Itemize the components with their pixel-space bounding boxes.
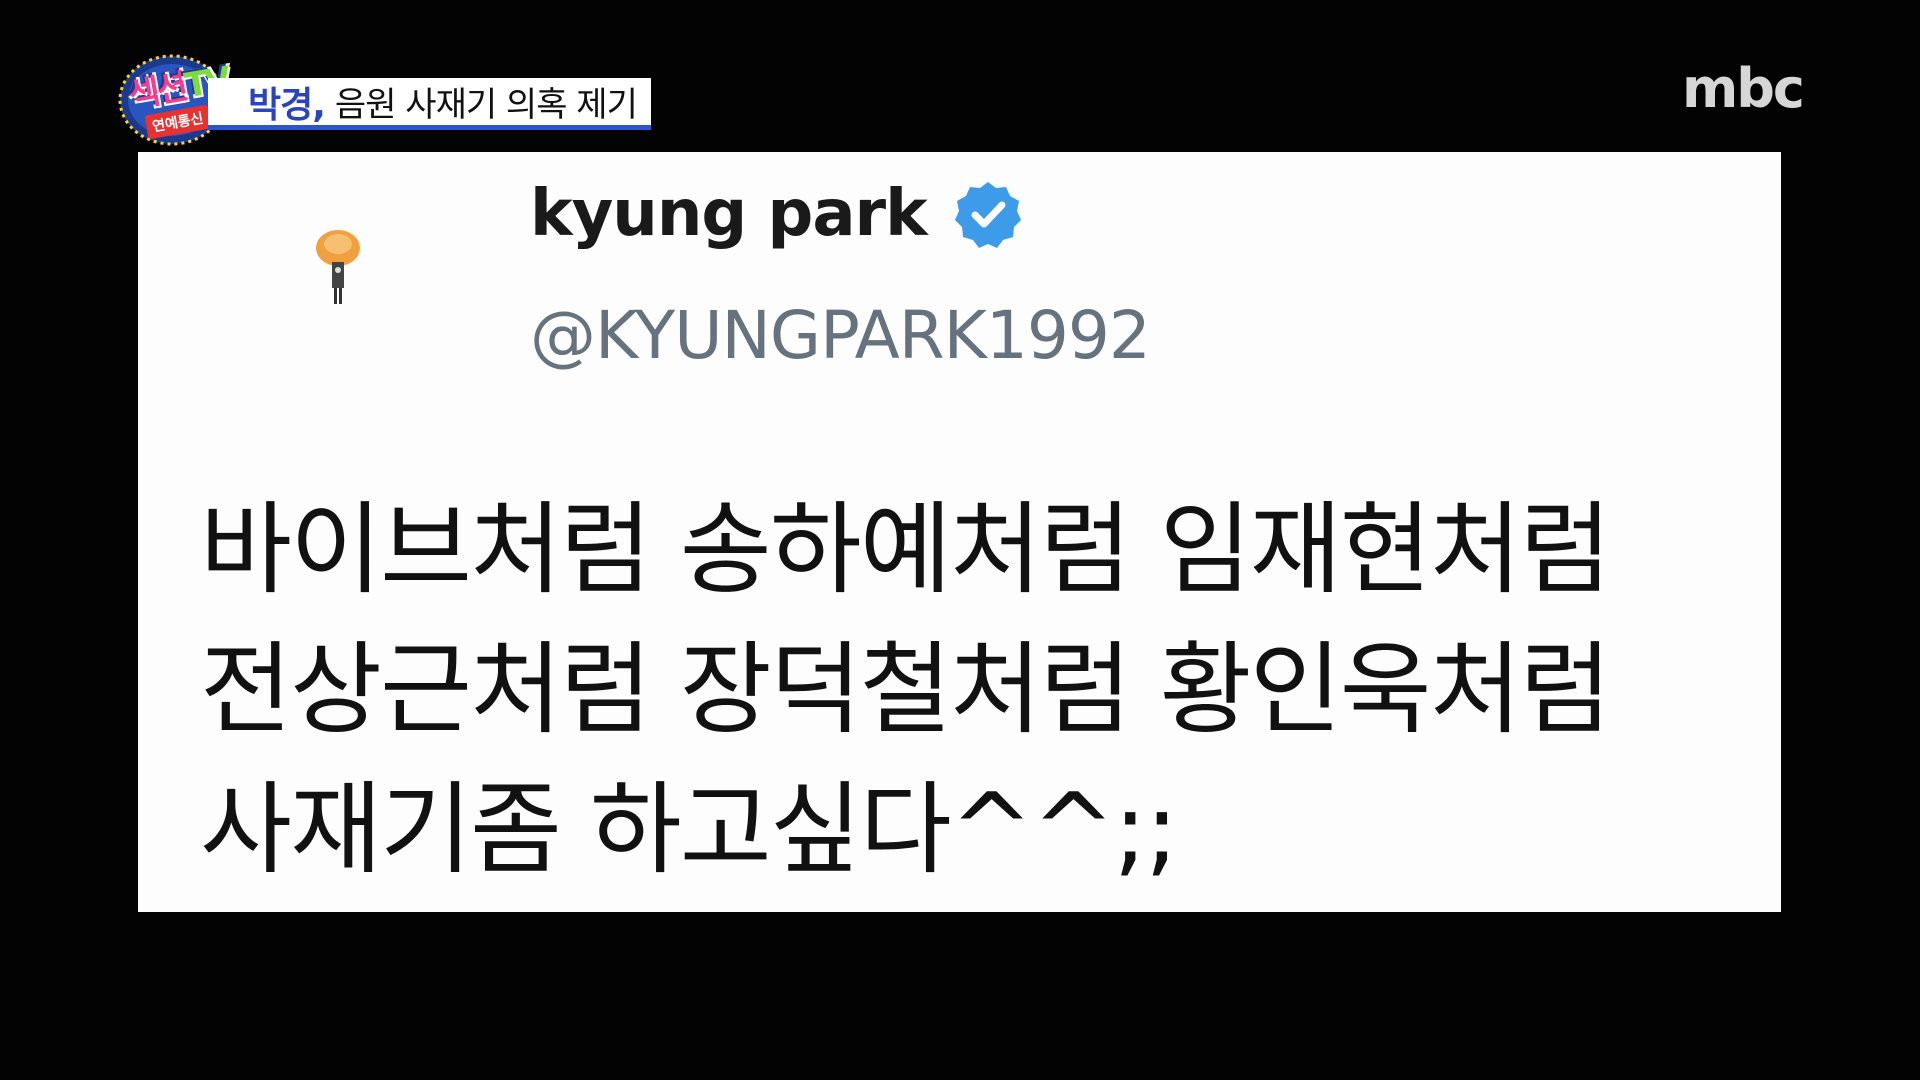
avatar-icon xyxy=(316,230,360,304)
tweet-text: 바이브처럼 송하예처럼 임재현처럼 전상근처럼 장덕철처럼 황인욱처럼 사재기좀… xyxy=(200,480,1760,900)
display-name: kyung park xyxy=(530,177,928,251)
user-handle: @KYUNGPARK1992 xyxy=(530,297,1151,374)
tweet-line: 전상근처럼 장덕철처럼 황인욱처럼 xyxy=(200,631,1612,748)
tweet-line: 사재기좀 하고싶다^^;; xyxy=(200,771,1179,888)
verified-check-icon xyxy=(954,182,1021,248)
tweet-card: kyung park @KYUNGPARK1992 바이브처럼 송하예처럼 임재… xyxy=(138,152,1781,912)
broadcast-frame: 섹션TV 연예통신 박경, 음원 사재기 의혹 제기 mbc kyung par… xyxy=(0,0,1920,1080)
author-row: kyung park xyxy=(530,177,1023,251)
avatar xyxy=(308,224,378,314)
caption-name: 박경, xyxy=(248,84,326,126)
headline-caption: 박경, 음원 사재기 의혹 제기 xyxy=(208,78,651,130)
tweet-line: 바이브처럼 송하예처럼 임재현처럼 xyxy=(200,491,1612,608)
caption-text: 음원 사재기 의혹 제기 xyxy=(334,85,638,125)
broadcaster-logo: mbc xyxy=(1682,57,1805,120)
